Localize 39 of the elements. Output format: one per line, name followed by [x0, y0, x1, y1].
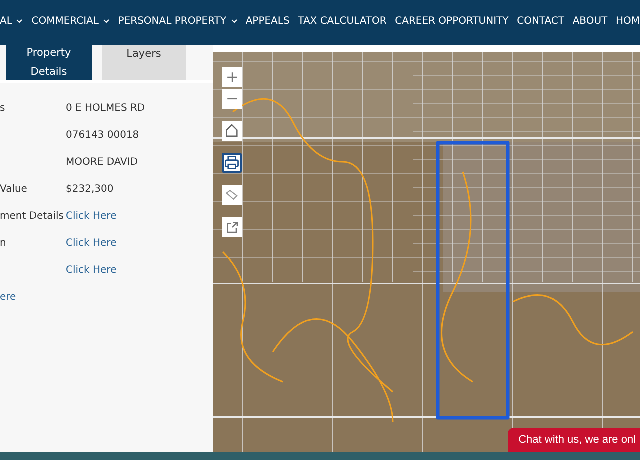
- details-link[interactable]: Click Here: [66, 211, 117, 222]
- nav-menu-item[interactable]: HOM: [616, 16, 640, 27]
- nav-menu-item[interactable]: AL: [0, 16, 24, 27]
- field-value: MOORE DAVID: [66, 157, 138, 168]
- map-control-button[interactable]: [222, 153, 242, 173]
- panel-tab[interactable]: Layers: [102, 45, 186, 80]
- chevron-down-icon: [102, 19, 110, 24]
- map-drawing[interactable]: [213, 52, 640, 452]
- printer-icon: [225, 156, 239, 170]
- field-label: n: [0, 238, 6, 249]
- chevron-down-icon: [16, 19, 24, 24]
- nav-menu-item[interactable]: COMMERCIAL: [32, 16, 110, 27]
- tag-icon: [226, 190, 238, 200]
- chat-button[interactable]: Chat with us, we are onl: [508, 428, 640, 452]
- nav-menu-item[interactable]: CONTACT: [517, 16, 565, 27]
- nav-menu-item[interactable]: CAREER OPPORTUNITY: [395, 16, 509, 27]
- field-label: Value: [0, 184, 28, 195]
- home-icon: [226, 124, 238, 138]
- nav-menu-item[interactable]: TAX CALCULATOR: [298, 16, 387, 27]
- details-link[interactable]: Click Here: [66, 238, 117, 249]
- chevron-down-icon: [230, 19, 238, 24]
- map-control-button[interactable]: [222, 67, 242, 87]
- map-control-button[interactable]: [222, 121, 242, 141]
- nav-menu-item[interactable]: APPEALS: [246, 16, 290, 27]
- details-link[interactable]: ere: [0, 292, 16, 303]
- nav-menu-item[interactable]: PERSONAL PROPERTY: [118, 16, 238, 27]
- plus-icon: [226, 72, 238, 82]
- export-icon: [226, 222, 238, 232]
- field-value: $232,300: [66, 184, 114, 195]
- minus-icon: [226, 98, 238, 100]
- map-control-button[interactable]: [222, 217, 242, 237]
- field-value: 0 E HOLMES RD: [66, 103, 146, 114]
- field-label: s: [0, 103, 6, 114]
- details-link[interactable]: Click Here: [66, 265, 117, 276]
- panel-tab[interactable]: Property Details: [6, 45, 92, 80]
- map-control-button[interactable]: [222, 89, 242, 109]
- field-value: 076143 00018: [66, 130, 140, 141]
- nav-menu-item[interactable]: ABOUT: [572, 16, 608, 27]
- field-label: ment Details: [0, 211, 64, 222]
